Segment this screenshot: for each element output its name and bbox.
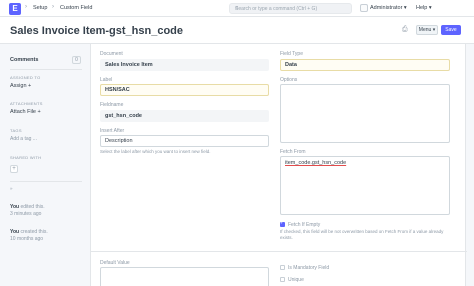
default-value-textarea[interactable] — [100, 267, 269, 286]
comments-link[interactable]: Comments — [10, 57, 38, 63]
share-add-button[interactable]: + — [10, 165, 18, 173]
divider — [10, 181, 82, 182]
field-type-label: Field Type — [280, 51, 303, 57]
unique-label: Unique — [288, 277, 304, 283]
menu-button[interactable]: Menu ▾ — [416, 25, 438, 35]
breadcrumb-custom-field[interactable]: Custom Field — [60, 5, 92, 11]
options-label: Options — [280, 77, 298, 83]
printer-icon[interactable]: ⎙ — [402, 26, 408, 34]
assign-link[interactable]: Assign + — [10, 83, 31, 89]
activity-user[interactable]: You — [10, 204, 19, 210]
fetch-if-empty-label: Fetch If Empty — [288, 222, 321, 228]
fieldname-value: gst_hsn_code — [105, 113, 142, 119]
activity-text: created this. — [19, 229, 48, 235]
assigned-to-label: ASSIGNED TO — [10, 75, 41, 80]
comments-count: 0 — [72, 56, 81, 64]
insert-after-description: Select the label after which you want to… — [100, 149, 211, 154]
app-logo[interactable]: E — [9, 3, 21, 15]
insert-after-label: Insert After — [100, 128, 125, 134]
form-card: Document Sales Invoice Item Label HSN/SA… — [90, 44, 467, 286]
document-value: Sales Invoice Item — [105, 62, 153, 68]
insert-after-value: Description — [105, 138, 133, 144]
avatar[interactable] — [360, 4, 368, 12]
fetch-if-empty-checkbox[interactable] — [280, 220, 285, 227]
label-value: HSN/SAC — [105, 87, 130, 93]
field-type-value: Data — [285, 62, 297, 68]
activity-text: edited this. — [19, 204, 45, 210]
options-textarea[interactable] — [280, 84, 450, 143]
is-mandatory-label: Is Mandatory Field — [288, 265, 330, 271]
activity-time: 3 minutes ago — [10, 211, 42, 217]
tags-label: TAGS — [10, 128, 22, 133]
activity-item: You created this. 10 months ago — [10, 229, 48, 243]
field-type-select[interactable] — [280, 59, 450, 71]
divider — [10, 69, 82, 70]
page-title: Sales Invoice Item-gst_hsn_code — [10, 25, 184, 37]
user-menu[interactable]: Administrator ▾ — [370, 5, 407, 11]
fetch-if-empty-description: If checked, this field will be not overw… — [280, 229, 444, 240]
label-label: Label — [100, 77, 113, 83]
help-menu[interactable]: Help ▾ — [416, 5, 432, 11]
activity-user[interactable]: You — [10, 229, 19, 235]
save-button[interactable]: Save — [441, 25, 461, 35]
activity-item: You edited this. 3 minutes ago — [10, 204, 45, 218]
add-tag-input[interactable]: Add a tag ... — [10, 136, 37, 142]
fetch-from-label: Fetch From — [280, 149, 306, 155]
attachments-label: ATTACHMENTS — [10, 101, 43, 106]
fetch-from-value: item_code.gst_hsn_code — [285, 160, 347, 166]
separator-mark: » — [10, 186, 13, 191]
breadcrumb-setup[interactable]: Setup — [33, 5, 47, 11]
navbar: E › Setup › Custom Field Search or type … — [0, 0, 474, 17]
activity-time: 10 months ago — [10, 236, 44, 242]
section-divider — [91, 251, 467, 252]
chevron-right-icon: › — [25, 4, 27, 10]
chevron-right-icon: › — [52, 4, 54, 10]
search-input[interactable]: Search or type a command (Ctrl + G) ⌕ — [229, 3, 352, 14]
fieldname-label: Fieldname — [100, 102, 124, 108]
unique-checkbox[interactable] — [280, 277, 285, 282]
search-icon: ⌕ — [235, 5, 239, 11]
default-value-label: Default Value — [100, 260, 130, 266]
is-mandatory-checkbox[interactable] — [280, 265, 285, 270]
shared-with-label: SHARED WITH — [10, 155, 42, 160]
form-sidebar: Comments 0 ASSIGNED TO Assign + ATTACHME… — [0, 44, 90, 286]
page-head: Sales Invoice Item-gst_hsn_code ⎙ Menu ▾… — [0, 17, 474, 44]
attach-file-link[interactable]: Attach File + — [10, 109, 41, 115]
document-label: Document — [100, 51, 123, 57]
